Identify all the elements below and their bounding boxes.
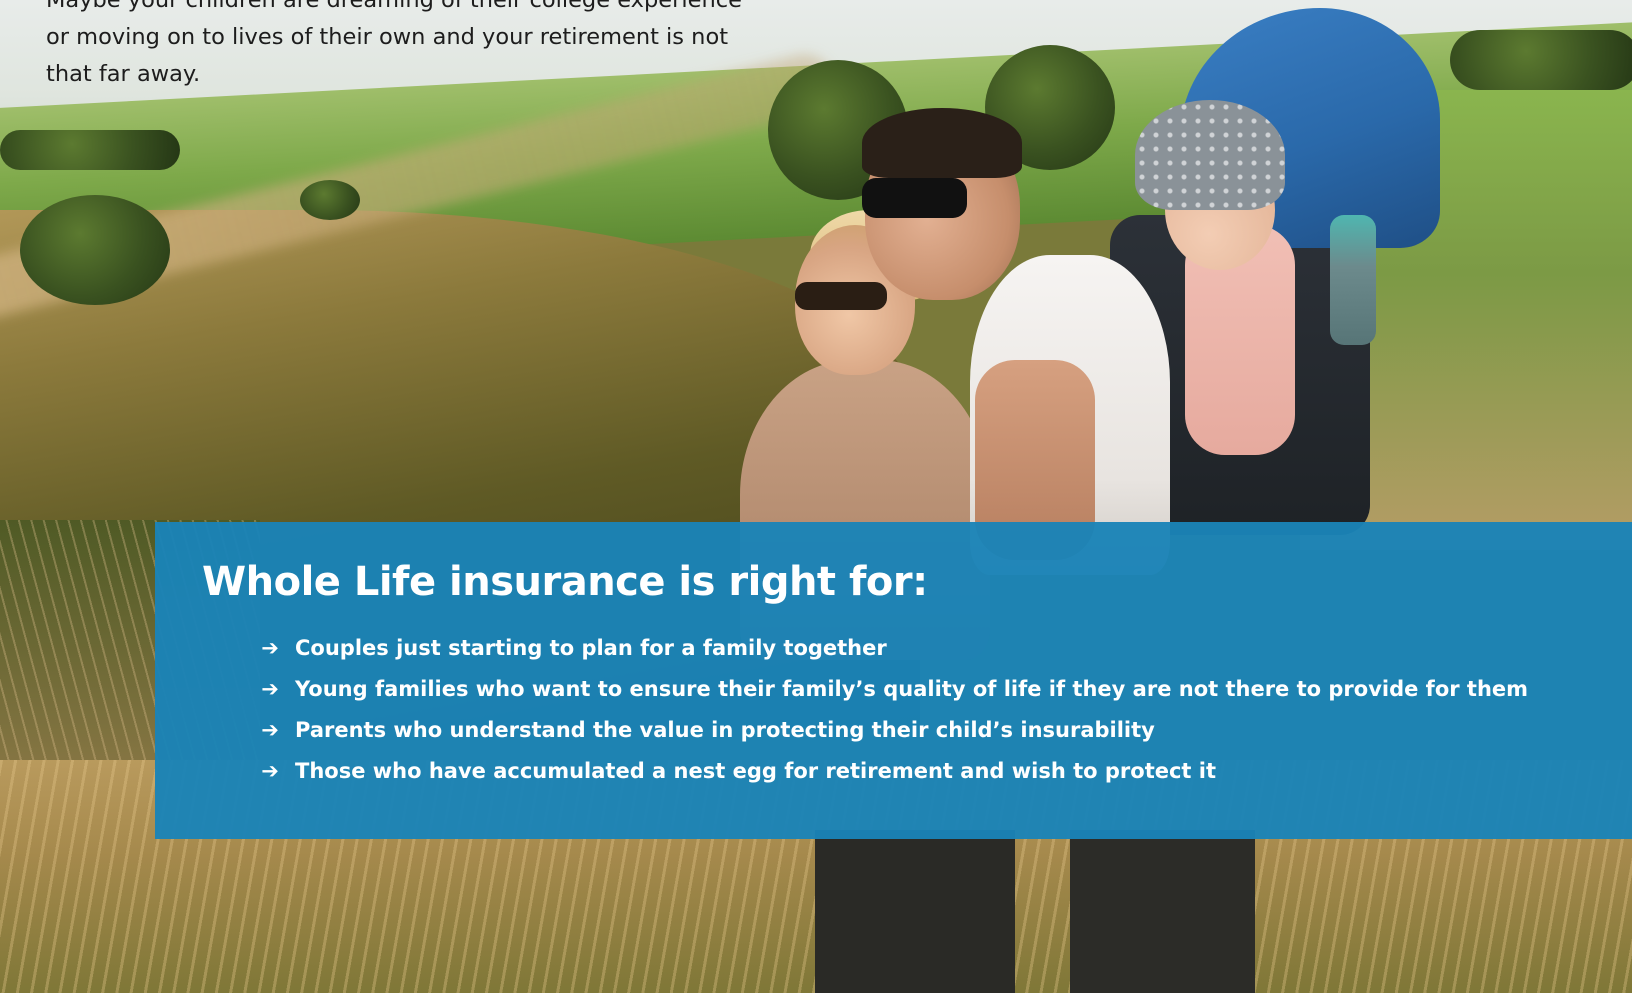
arrow-right-icon: ➔ bbox=[261, 676, 279, 701]
arrow-right-icon: ➔ bbox=[261, 717, 279, 742]
arrow-right-icon: ➔ bbox=[261, 758, 279, 783]
photo-bush bbox=[300, 180, 360, 220]
hero-photo-family-hiking bbox=[0, 0, 1632, 993]
list-item-label: Those who have accumulated a nest egg fo… bbox=[295, 758, 1217, 783]
list-item-label: Young families who want to ensure their … bbox=[295, 676, 1529, 701]
photo-tree bbox=[20, 195, 170, 305]
whole-life-panel: Whole Life insurance is right for: ➔ Cou… bbox=[155, 522, 1632, 839]
photo-man-sunglasses bbox=[862, 178, 967, 218]
photo-water-bottle bbox=[1330, 215, 1376, 345]
intro-line: that far away. bbox=[46, 61, 201, 87]
photo-man-hair bbox=[862, 108, 1022, 178]
photo-legs bbox=[815, 830, 1255, 993]
page: Maybe your children are dreaming of thei… bbox=[0, 0, 1632, 993]
list-item: ➔ Couples just starting to plan for a fa… bbox=[259, 627, 1528, 668]
panel-title: Whole Life insurance is right for: bbox=[202, 559, 928, 605]
list-item-label: Couples just starting to plan for a fami… bbox=[295, 635, 887, 660]
intro-paragraph: Maybe your children are dreaming of thei… bbox=[46, 0, 786, 93]
photo-treeline bbox=[1450, 30, 1632, 90]
list-item-label: Parents who understand the value in prot… bbox=[295, 717, 1155, 742]
photo-baby-hat bbox=[1135, 100, 1285, 210]
list-item: ➔ Those who have accumulated a nest egg … bbox=[259, 750, 1528, 791]
photo-woman-sunglasses bbox=[795, 282, 887, 310]
photo-treeline bbox=[0, 130, 180, 170]
intro-line: or moving on to lives of their own and y… bbox=[46, 24, 729, 50]
audience-list: ➔ Couples just starting to plan for a fa… bbox=[259, 627, 1528, 791]
arrow-right-icon: ➔ bbox=[261, 635, 279, 660]
intro-line: Maybe your children are dreaming of thei… bbox=[46, 0, 742, 13]
list-item: ➔ Parents who understand the value in pr… bbox=[259, 709, 1528, 750]
list-item: ➔ Young families who want to ensure thei… bbox=[259, 668, 1528, 709]
